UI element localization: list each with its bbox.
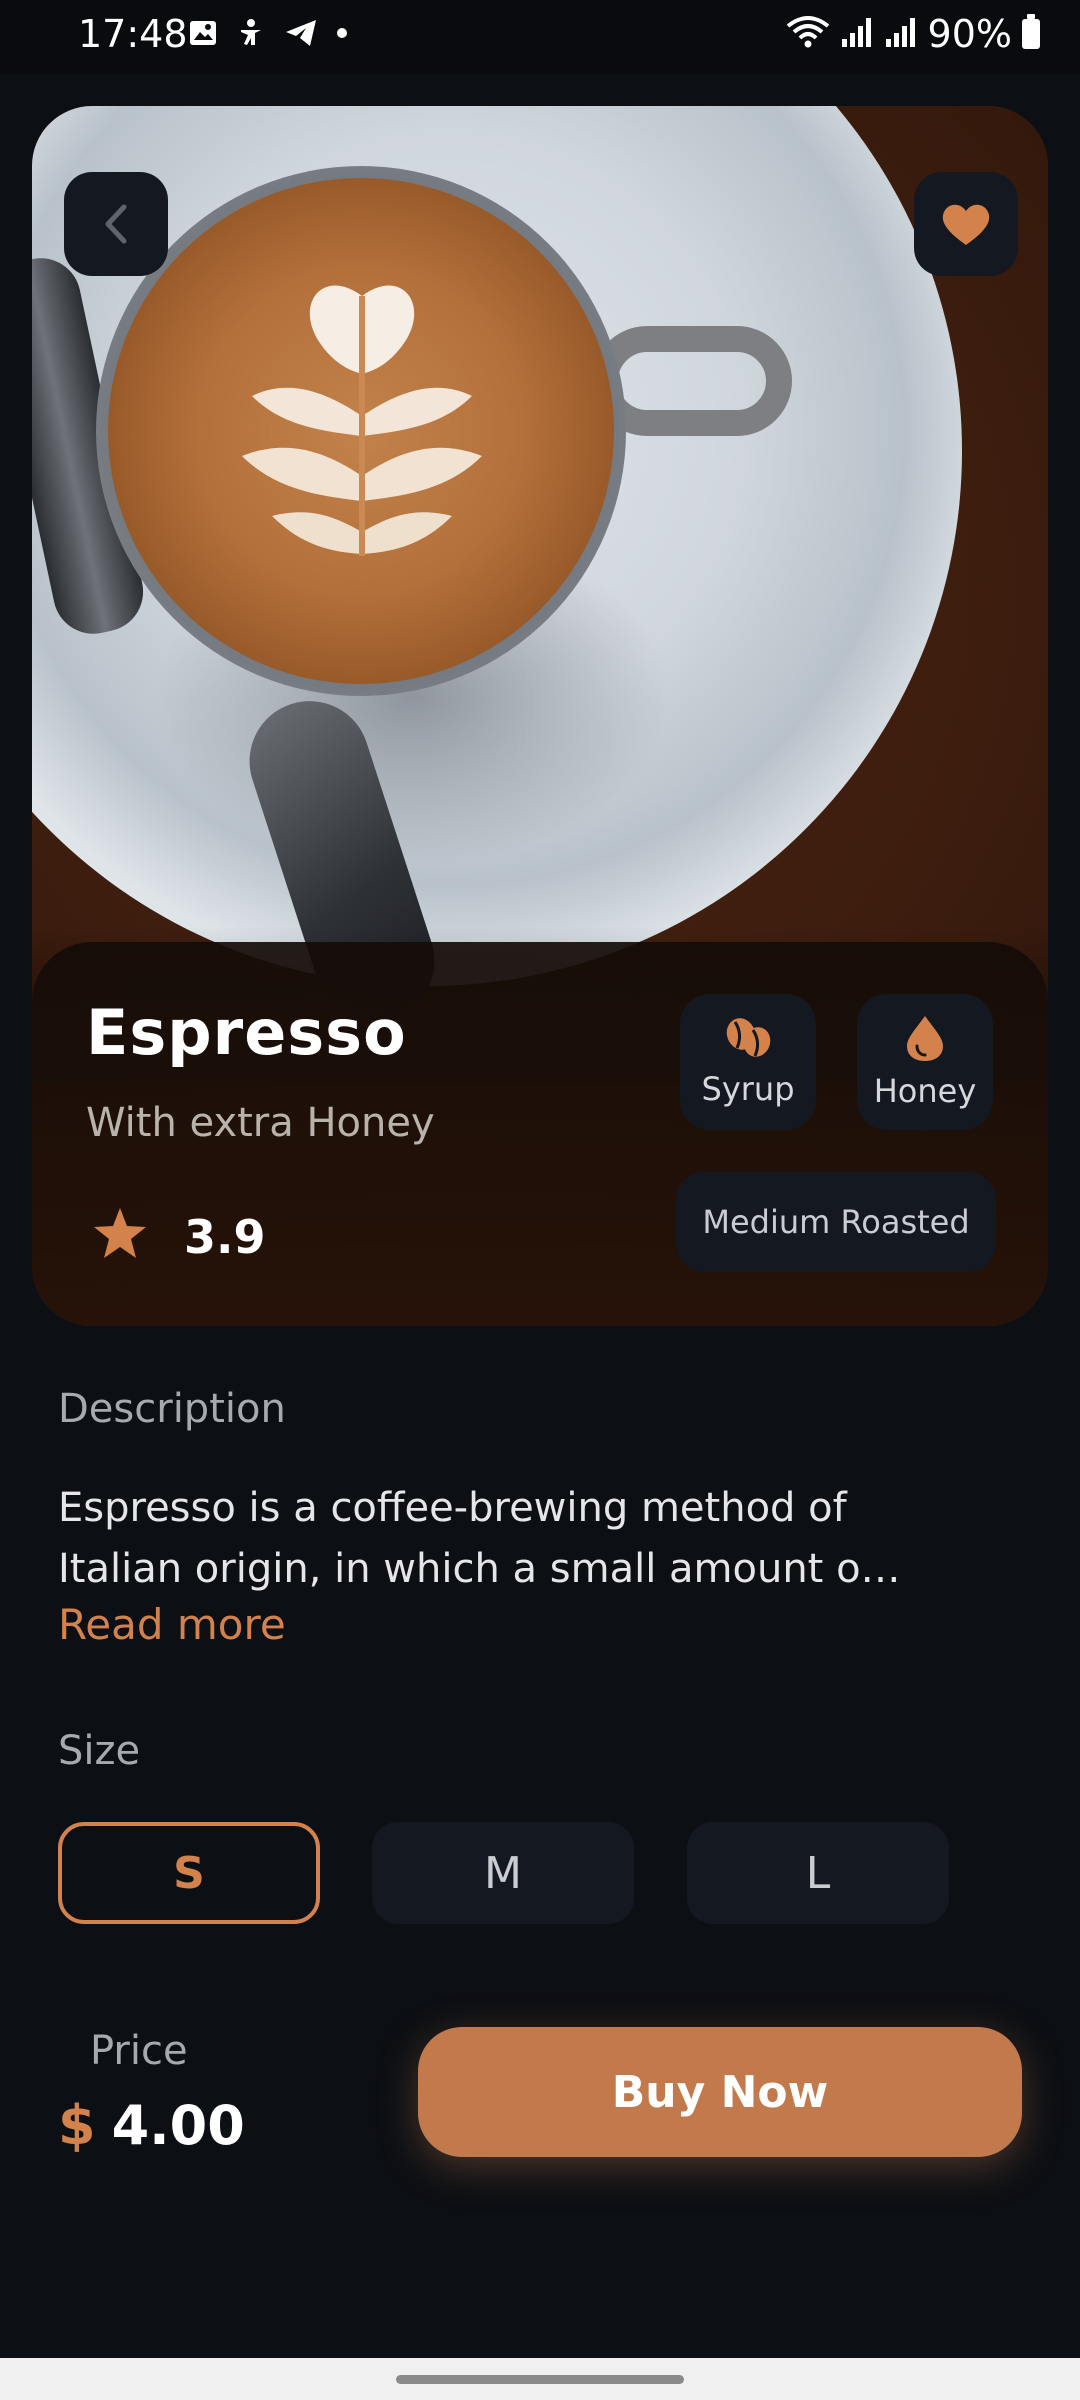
read-more-link[interactable]: Read more bbox=[58, 1600, 286, 1649]
price-value: 4.00 bbox=[111, 2094, 245, 2157]
price-label: Price bbox=[90, 2028, 188, 2074]
status-bar: 17:48 90% bbox=[0, 0, 1080, 74]
size-option-m[interactable]: M bbox=[372, 1822, 634, 1924]
size-heading: Size bbox=[58, 1728, 141, 1774]
buy-now-button[interactable]: Buy Now bbox=[418, 2027, 1022, 2157]
size-option-s[interactable]: S bbox=[58, 1822, 320, 1924]
size-option-l[interactable]: L bbox=[687, 1822, 949, 1924]
description-text: Espresso is a coffee-brewing method of I… bbox=[58, 1478, 978, 1600]
status-time: 17:48 bbox=[78, 12, 188, 56]
product-name: Espresso bbox=[86, 996, 407, 1069]
battery-icon bbox=[1022, 14, 1040, 49]
ingredient-chip-syrup: Syrup bbox=[680, 994, 816, 1130]
chevron-left-icon bbox=[105, 204, 127, 244]
favorite-button[interactable] bbox=[914, 172, 1018, 276]
coffee-beans-icon bbox=[726, 1018, 771, 1057]
back-button[interactable] bbox=[64, 172, 168, 276]
ingredient-label: Syrup bbox=[701, 1070, 795, 1108]
wifi-icon bbox=[786, 14, 830, 54]
description-line: Italian origin, in which a small amount … bbox=[58, 1546, 901, 1592]
status-notification-icons bbox=[188, 18, 348, 57]
ingredient-label: Honey bbox=[873, 1072, 977, 1110]
latte-art bbox=[242, 285, 482, 556]
telegram-icon bbox=[284, 18, 318, 57]
rating-value: 3.9 bbox=[184, 1210, 266, 1264]
price-row: $ 4.00 bbox=[58, 2094, 245, 2157]
dot-icon bbox=[336, 18, 348, 57]
roast-chip: Medium Roasted bbox=[676, 1172, 996, 1272]
navigation-bar bbox=[0, 2358, 1080, 2400]
image-icon bbox=[188, 18, 218, 57]
star-icon bbox=[94, 1208, 146, 1258]
description-line: Espresso is a coffee-brewing method of bbox=[58, 1485, 847, 1531]
home-gesture-handle[interactable] bbox=[396, 2375, 684, 2384]
drop-icon bbox=[907, 1016, 943, 1061]
status-system-icons: 90% bbox=[786, 12, 1040, 56]
battery-percent: 90% bbox=[927, 12, 1012, 56]
heart-icon bbox=[942, 204, 990, 245]
product-subtitle: With extra Honey bbox=[86, 1100, 435, 1146]
signal-icon bbox=[884, 15, 918, 53]
description-heading: Description bbox=[58, 1386, 286, 1432]
price-currency: $ bbox=[58, 2094, 96, 2157]
signal-icon bbox=[840, 15, 874, 53]
accessibility-icon bbox=[236, 18, 266, 57]
ingredient-chip-honey: Honey bbox=[857, 994, 993, 1130]
